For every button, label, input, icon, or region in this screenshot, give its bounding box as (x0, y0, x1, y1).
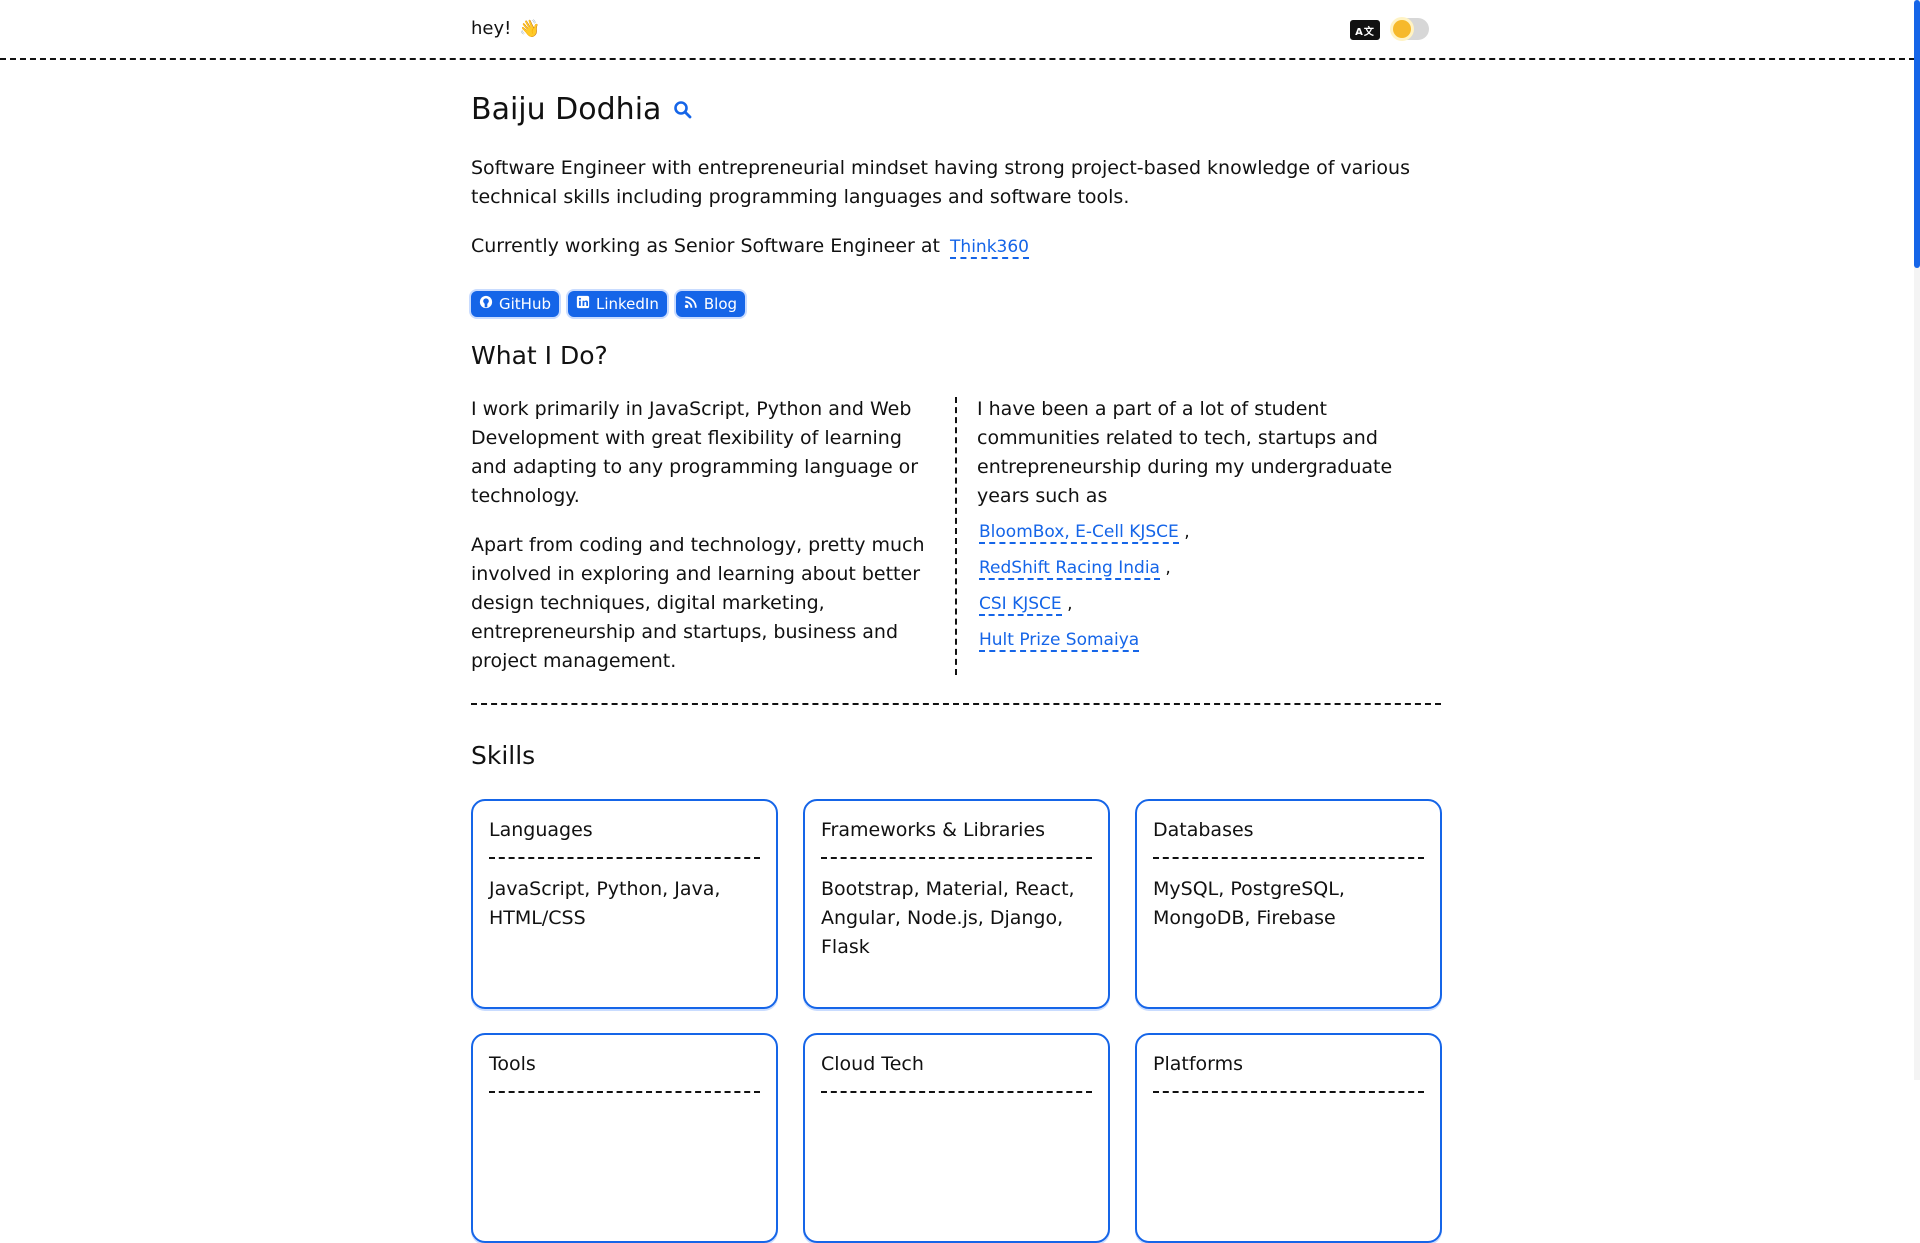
social-links: GitHub LinkedIn Blog (471, 291, 746, 317)
what-i-do-left: I work primarily in JavaScript, Python a… (471, 395, 931, 696)
skill-card-title: Languages (489, 819, 760, 859)
communities-list: BloomBox, E-Cell KJSCE , RedShift Racing… (979, 514, 1447, 658)
skills-title: Skills (471, 741, 536, 770)
separator: , (1067, 594, 1073, 614)
translate-icon[interactable]: A文 (1350, 20, 1380, 40)
blog-button[interactable]: Blog (675, 291, 746, 317)
skill-card-title: Databases (1153, 819, 1424, 859)
skill-card-title: Tools (489, 1053, 760, 1093)
skill-card-platforms: Platforms (1135, 1033, 1442, 1243)
what-i-do-title: What I Do? (471, 341, 608, 370)
skill-card-cloud-tech: Cloud Tech (803, 1033, 1110, 1243)
skill-card-tools: Tools (471, 1033, 778, 1243)
linkedin-icon (576, 295, 590, 313)
company-link[interactable]: Think360 (950, 237, 1029, 259)
skill-card-body: Bootstrap, Material, React, Angular, Nod… (821, 878, 1075, 958)
top-bar: hey! 👋 A文 (0, 0, 1915, 60)
skill-card-body: JavaScript, Python, Java, HTML/CSS (489, 878, 721, 929)
linkedin-label: LinkedIn (595, 295, 659, 313)
skill-card-title: Platforms (1153, 1053, 1424, 1093)
search-icon[interactable] (673, 100, 693, 120)
skill-card-title: Cloud Tech (821, 1053, 1092, 1093)
community-link[interactable]: RedShift Racing India (979, 558, 1160, 580)
what-i-do-right: I have been a part of a lot of student c… (977, 395, 1447, 658)
section-divider (471, 703, 1441, 705)
blog-label: Blog (703, 295, 738, 313)
what-i-do-paragraph: Apart from coding and technology, pretty… (471, 534, 925, 672)
current-role-text: Currently working as Senior Software Eng… (471, 235, 940, 257)
wave-emoji: 👋 (519, 19, 541, 39)
list-item: BloomBox, E-Cell KJSCE , (979, 514, 1447, 550)
sun-icon (1393, 20, 1411, 38)
community-link[interactable]: Hult Prize Somaiya (979, 630, 1140, 652)
greeting: hey! 👋 (471, 18, 541, 39)
skill-card-databases: Databases MySQL, PostgreSQL, MongoDB, Fi… (1135, 799, 1442, 1009)
list-item: Hult Prize Somaiya (979, 622, 1447, 658)
github-button[interactable]: GitHub (471, 291, 559, 317)
rss-icon (684, 295, 698, 313)
skill-card-title: Frameworks & Libraries (821, 819, 1092, 859)
name-row: Baiju Dodhia (471, 92, 693, 127)
github-label: GitHub (499, 295, 551, 313)
what-i-do-paragraph: I work primarily in JavaScript, Python a… (471, 398, 919, 507)
linkedin-button[interactable]: LinkedIn (567, 291, 667, 317)
communities-intro: I have been a part of a lot of student c… (977, 398, 1393, 507)
skill-card-languages: Languages JavaScript, Python, Java, HTML… (471, 799, 778, 1009)
community-link[interactable]: BloomBox, E-Cell KJSCE (979, 522, 1179, 544)
scrollbar-thumb[interactable] (1914, 0, 1920, 268)
greeting-text: hey! (471, 18, 512, 39)
community-link[interactable]: CSI KJSCE (979, 594, 1062, 616)
list-item: CSI KJSCE , (979, 586, 1447, 622)
current-role: Currently working as Senior Software Eng… (471, 235, 1029, 259)
github-icon (479, 295, 493, 313)
skills-grid: Languages JavaScript, Python, Java, HTML… (471, 799, 1442, 1243)
intro-text: Software Engineer with entrepreneurial m… (471, 157, 1410, 208)
theme-toggle[interactable] (1391, 18, 1429, 40)
scrollbar[interactable] (1914, 0, 1920, 1080)
skill-card-body: MySQL, PostgreSQL, MongoDB, Firebase (1153, 878, 1345, 929)
column-divider (955, 397, 957, 675)
skill-card-frameworks: Frameworks & Libraries Bootstrap, Materi… (803, 799, 1110, 1009)
separator: , (1165, 558, 1171, 578)
profile-name: Baiju Dodhia (471, 92, 662, 127)
separator: , (1184, 522, 1190, 542)
list-item: RedShift Racing India , (979, 550, 1447, 586)
